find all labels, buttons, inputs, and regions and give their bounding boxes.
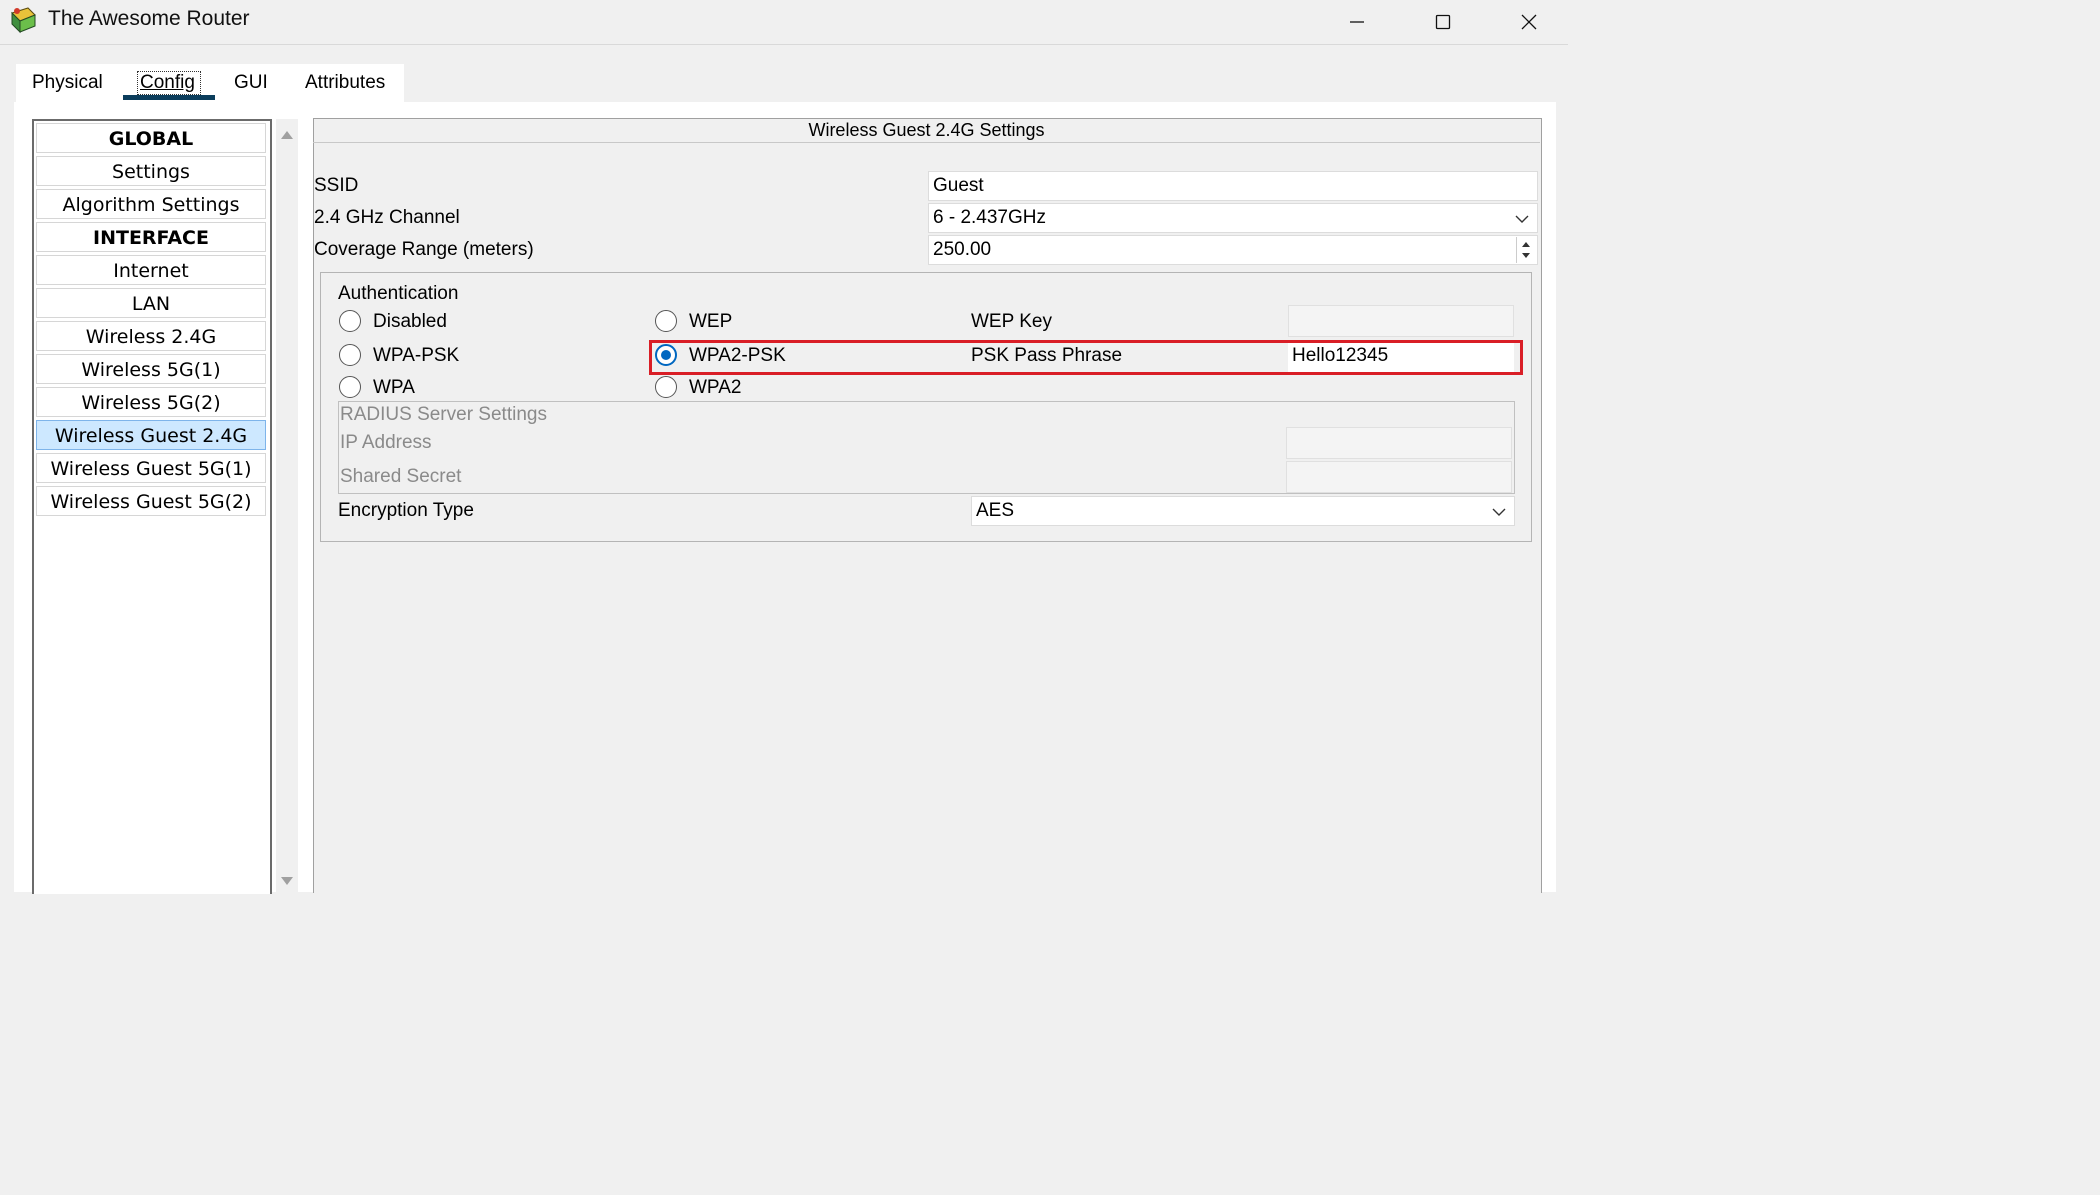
ssid-label: SSID (314, 175, 359, 196)
scroll-down-icon (281, 877, 293, 885)
radio-wep[interactable] (655, 310, 677, 332)
coverage-label: Coverage Range (meters) (314, 239, 534, 260)
sidebar-item-internet[interactable]: Internet (36, 255, 266, 285)
sidebar-item-wireless-5g-2[interactable]: Wireless 5G(2) (36, 387, 266, 417)
channel-label: 2.4 GHz Channel (314, 207, 460, 228)
sidebar-item-algorithm-settings[interactable]: Algorithm Settings (36, 189, 266, 219)
coverage-value: 250.00 (933, 239, 992, 260)
stepper-arrows-icon (1522, 242, 1530, 258)
minimize-icon (1350, 21, 1364, 23)
highlight-box (649, 340, 1523, 375)
wep-key-input[interactable] (1288, 305, 1514, 337)
settings-title: Wireless Guest 2.4G Settings (808, 120, 1045, 140)
radius-secret-input[interactable] (1286, 461, 1512, 493)
sidebar-header-interface: INTERFACE (36, 222, 266, 252)
tab-gui[interactable]: GUI (234, 72, 268, 94)
radius-secret-label: Shared Secret (340, 466, 462, 487)
sidebar-item-wireless-guest-2-4g[interactable]: Wireless Guest 2.4G (36, 420, 266, 450)
active-tab-indicator (123, 95, 215, 100)
radio-wpa2[interactable] (655, 376, 677, 398)
maximize-icon (1435, 14, 1451, 30)
radius-title: RADIUS Server Settings (340, 404, 547, 425)
encryption-value: AES (976, 500, 1015, 521)
minimize-button[interactable] (1314, 0, 1400, 44)
sidebar-item-settings[interactable]: Settings (36, 156, 266, 186)
close-button[interactable] (1486, 0, 1572, 44)
tab-physical[interactable]: Physical (32, 72, 103, 94)
authentication-label: Authentication (338, 283, 459, 304)
radio-wpa-psk[interactable] (339, 344, 361, 366)
sidebar-item-wireless-5g-1[interactable]: Wireless 5G(1) (36, 354, 266, 384)
sidebar-item-wireless-guest-5g-1[interactable]: Wireless Guest 5G(1) (36, 453, 266, 483)
sidebar-header-global: GLOBAL (36, 123, 266, 153)
sidebar: GLOBAL Settings Algorithm Settings INTER… (32, 119, 272, 894)
window-title: The Awesome Router (48, 7, 250, 30)
coverage-stepper[interactable]: 250.00 (928, 235, 1538, 265)
radio-wpa[interactable] (339, 376, 361, 398)
radio-wpa-psk-label[interactable]: WPA-PSK (373, 345, 459, 367)
chevron-down-icon (1492, 508, 1506, 516)
channel-value: 6 - 2.437GHz (933, 207, 1046, 228)
radio-disabled-label[interactable]: Disabled (373, 311, 447, 333)
sidebar-item-wireless-2-4g[interactable]: Wireless 2.4G (36, 321, 266, 351)
tab-config[interactable]: Config (140, 72, 195, 94)
router-app-icon (11, 7, 36, 34)
tab-attributes[interactable]: Attributes (305, 72, 385, 94)
radio-disabled[interactable] (339, 310, 361, 332)
ssid-input[interactable]: Guest (928, 171, 1538, 201)
radio-wep-label[interactable]: WEP (689, 311, 732, 333)
scrollbar-arrows (281, 131, 293, 885)
radius-ip-label: IP Address (340, 432, 432, 453)
encryption-label: Encryption Type (338, 500, 474, 521)
radio-wpa-label[interactable]: WPA (373, 377, 415, 399)
sidebar-scrollbar[interactable] (276, 119, 298, 892)
channel-select[interactable]: 6 - 2.437GHz (928, 203, 1538, 233)
chevron-down-icon (1515, 215, 1529, 223)
radius-ip-input[interactable] (1286, 427, 1512, 459)
close-icon (1521, 14, 1537, 30)
scroll-up-icon (281, 131, 293, 139)
sidebar-item-wireless-guest-5g-2[interactable]: Wireless Guest 5G(2) (36, 486, 266, 516)
radio-wpa2-label[interactable]: WPA2 (689, 377, 741, 399)
maximize-button[interactable] (1400, 0, 1486, 44)
encryption-select[interactable]: AES (971, 496, 1515, 526)
wep-key-label: WEP Key (971, 311, 1052, 332)
sidebar-item-lan[interactable]: LAN (36, 288, 266, 318)
stepper-buttons[interactable] (1516, 237, 1535, 263)
